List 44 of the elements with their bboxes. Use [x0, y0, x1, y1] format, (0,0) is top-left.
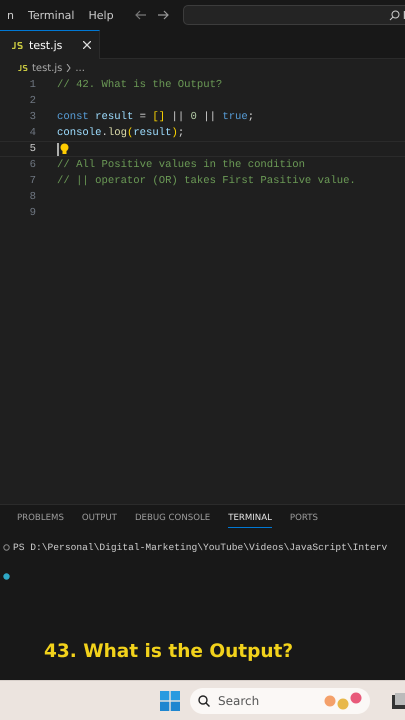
terminal-line: PS D:\Personal\Digital-Marketing\YouTube\Videos\JavaScript\Interv: [13, 542, 388, 553]
panel-tab[interactable]: PROBLEMS: [17, 513, 64, 528]
line-number: 3: [28, 111, 37, 123]
js-file-icon: [18, 65, 28, 71]
code-line: console.log(result);: [57, 127, 184, 139]
code-line: // All Positive values in the condition: [57, 159, 305, 171]
command-center-field[interactable]: I: [182, 5, 405, 25]
panel-tab[interactable]: PORTS: [290, 513, 318, 528]
panel-tab[interactable]: TERMINAL: [228, 513, 272, 528]
app-icon[interactable]: [392, 692, 405, 708]
breadcrumb-item[interactable]: ...: [75, 62, 85, 74]
back-arrow-icon[interactable]: [134, 10, 147, 20]
windows-start-icon[interactable]: [160, 690, 180, 710]
menu-item[interactable]: Help: [81, 8, 121, 22]
taskbar-search-field[interactable]: Search: [190, 688, 370, 714]
line-number: 9: [28, 207, 37, 219]
menu-item[interactable]: n: [0, 8, 21, 22]
emoji-drawing: [324, 692, 364, 710]
panel-tab[interactable]: OUTPUT: [82, 513, 117, 528]
text-cursor: [57, 142, 58, 156]
chevron-icon: [66, 64, 72, 72]
line-number: 1: [28, 79, 37, 91]
command-status-icon[interactable]: [3, 573, 10, 580]
search-icon: [198, 694, 210, 706]
close-icon[interactable]: [83, 41, 91, 49]
line-number: 8: [28, 191, 37, 203]
code-line: // 42. What is the Output?: [57, 79, 222, 91]
lightbulb-icon[interactable]: [60, 143, 68, 155]
search-icon: [388, 10, 400, 20]
editor-tab[interactable]: test.js: [0, 30, 100, 59]
breadcrumb-item[interactable]: test.js: [32, 62, 62, 74]
video-caption: 43. What is the Output?: [44, 641, 294, 662]
code-line: // || operator (OR) takes First Pasitive value.: [57, 175, 356, 187]
menu-item[interactable]: Terminal: [20, 8, 82, 22]
js-file-icon: [12, 42, 23, 48]
panel-tab[interactable]: DEBUG CONSOLE: [134, 513, 210, 528]
line-number: 2: [28, 95, 37, 107]
line-number: 7: [28, 175, 37, 187]
command-status-icon[interactable]: [3, 544, 10, 551]
code-line: const result = [] || 0 || true;: [57, 111, 254, 123]
forward-arrow-icon[interactable]: [156, 10, 169, 20]
line-number: 6: [28, 159, 37, 171]
line-number: 4: [28, 127, 37, 139]
line-number: 5: [28, 143, 37, 155]
